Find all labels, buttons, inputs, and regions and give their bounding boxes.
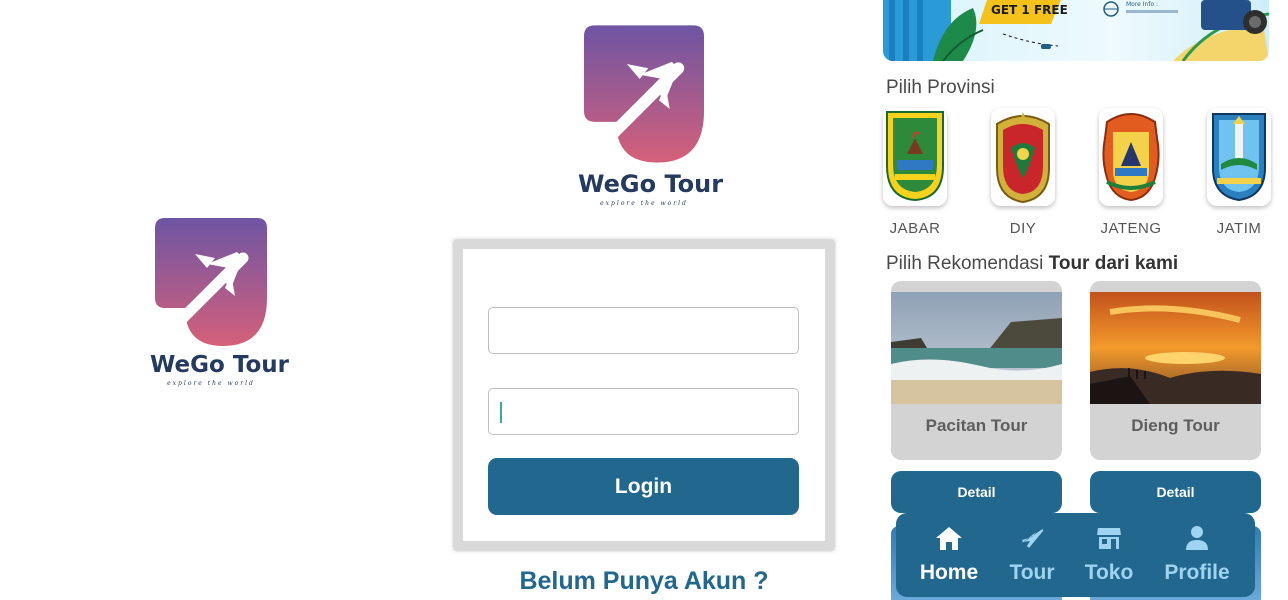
brand-tagline: explore the world — [167, 380, 255, 387]
nav-item-home[interactable]: Home — [914, 523, 984, 593]
jatim-emblem-icon — [1207, 108, 1271, 206]
jateng-emblem-icon — [1099, 108, 1163, 206]
tour-card-dieng[interactable]: Dieng Tour — [1090, 281, 1261, 460]
recommendation-title-prefix: Pilih Rekomendasi — [886, 253, 1049, 274]
jabar-emblem-icon — [883, 108, 947, 206]
splash-logo: WeGo Tour explore the world — [150, 218, 289, 390]
password-field[interactable] — [488, 388, 799, 435]
banner-promo-text: GET 1 FREE — [991, 3, 1068, 17]
person-icon — [1156, 523, 1238, 553]
login-button[interactable]: Login — [488, 458, 799, 515]
recommendation-title-bold: Tour dari kami — [1048, 253, 1179, 274]
password-input[interactable] — [489, 389, 798, 434]
detail-button-pacitan[interactable]: Detail — [891, 471, 1062, 513]
brand-name: WeGo Tour — [578, 170, 724, 198]
promo-banner-art: GET 1 FREE More Info : — [883, 0, 1269, 61]
province-label: DIY — [1009, 220, 1037, 237]
province-item-jabar[interactable]: JABAR — [880, 108, 950, 237]
nav-label: Toko — [1084, 561, 1134, 584]
pacitan-beach-photo — [891, 292, 1062, 404]
province-label: JATIM — [1216, 220, 1262, 237]
province-item-jatim[interactable]: JATIM — [1204, 108, 1274, 237]
provinces-title: Pilih Provinsi — [886, 77, 995, 98]
recommendation-title: Pilih Rekomendasi Tour dari kami — [886, 253, 1178, 275]
nav-item-tour[interactable]: Tour — [1000, 523, 1064, 593]
home-icon — [914, 523, 984, 553]
wego-logo-icon — [584, 25, 704, 163]
nav-label: Tour — [1009, 561, 1055, 584]
wego-logo-icon — [155, 218, 267, 346]
province-item-jateng[interactable]: JATENG — [1096, 108, 1166, 237]
detail-button-dieng[interactable]: Detail — [1090, 471, 1261, 513]
nav-label: Home — [919, 561, 979, 584]
bottom-navigation: Home Tour Toko Profile — [896, 513, 1255, 597]
tour-name: Dieng Tour — [1131, 416, 1220, 435]
nav-item-toko[interactable]: Toko — [1079, 523, 1139, 593]
province-item-diy[interactable]: DIY — [988, 108, 1058, 237]
login-form-card: Login — [454, 240, 834, 550]
plane-icon — [1000, 523, 1064, 553]
dieng-sunset-photo — [1090, 292, 1261, 404]
nav-item-profile[interactable]: Profile — [1156, 523, 1238, 593]
brand-tagline: explore the world — [600, 200, 688, 207]
username-field[interactable] — [488, 307, 799, 354]
text-caret — [500, 402, 502, 423]
nav-label: Profile — [1164, 561, 1230, 584]
login-logo: WeGo Tour explore the world — [578, 25, 724, 211]
tour-card-pacitan[interactable]: Pacitan Tour — [891, 281, 1062, 460]
register-link[interactable]: Belum Punya Akun ? — [454, 567, 834, 596]
promo-banner[interactable]: GET 1 FREE More Info : — [883, 0, 1269, 61]
username-input[interactable] — [489, 308, 798, 353]
store-icon — [1079, 523, 1139, 553]
banner-info-text: More Info : — [1126, 1, 1158, 8]
tour-name: Pacitan Tour — [925, 416, 1028, 435]
province-label: JABAR — [889, 220, 941, 237]
province-label: JATENG — [1100, 220, 1162, 237]
brand-name: WeGo Tour — [150, 352, 289, 378]
diy-emblem-icon — [991, 108, 1055, 206]
